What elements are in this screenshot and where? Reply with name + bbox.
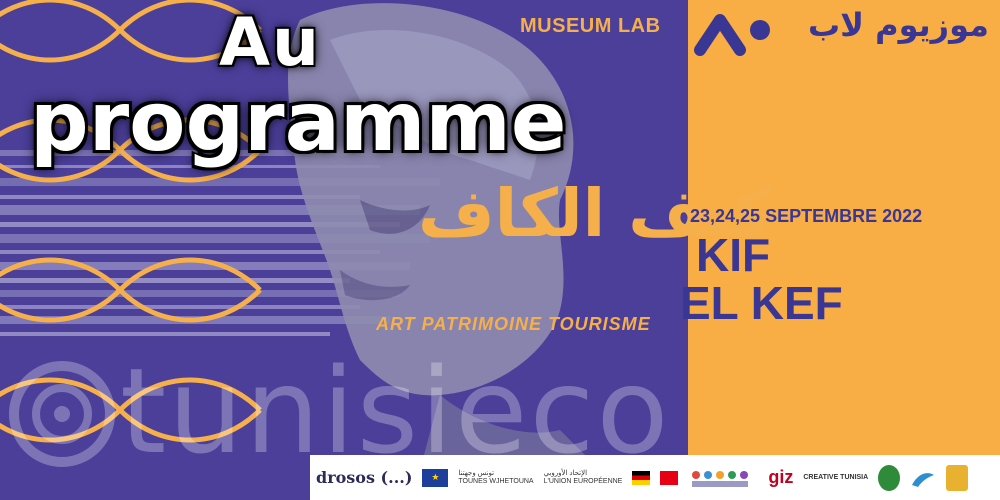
sponsor-tounes-arabic: تونس وجهتنا (458, 469, 495, 477)
event-tagline: ART PATRIMOINE TOURISME (376, 314, 651, 334)
museum-lab-arabic-label: موزيوم لاب (808, 6, 989, 44)
sponsor-eu-arabic: الإتحاد الأوروبي (543, 469, 588, 477)
sponsor-eu-latin: L'UNION EUROPÉENNE (543, 477, 623, 485)
watermark-text: tunisieco (120, 342, 671, 480)
watermark-spiral-icon (9, 361, 115, 467)
heritage-logo-icon (946, 464, 969, 491)
bird-logo-icon (912, 472, 935, 487)
event-name-line-1: KIF (696, 229, 771, 281)
eu-flag-icon: ★ (422, 468, 449, 487)
seal-logo-icon (878, 464, 901, 491)
sponsor-creative-tunisia: CREATIVE TUNISIA (803, 473, 869, 481)
germany-flag-icon (632, 470, 651, 485)
title-line-1: Au (218, 4, 322, 81)
sponsor-tounes: تونس وجهتنا TOUNES WJHETOUNA (458, 470, 533, 485)
event-name-line-2: EL KEF (680, 277, 843, 329)
event-dates: 23,24,25 SEPTEMBRE 2022 (690, 206, 923, 226)
people-logo-icon (692, 470, 749, 487)
sponsor-strip: drosos (...) ★ تونس وجهتنا TOUNES WJHETO… (310, 455, 1000, 500)
page-title: Au programme (30, 10, 630, 164)
tunisia-flag-icon (660, 470, 679, 485)
sponsor-drosos: drosos (...) (316, 468, 413, 487)
museum-lab-logo-icon (694, 14, 770, 56)
sponsor-giz: giz (768, 467, 794, 487)
banner: MUSEUM LAB موزيوم لاب Au programme كيف ا… (0, 0, 1000, 500)
sponsor-eu: الإتحاد الأوروبي L'UNION EUROPÉENNE (544, 470, 623, 485)
title-line-2: programme (30, 75, 567, 170)
sponsor-tounes-latin: TOUNES WJHETOUNA (458, 477, 534, 485)
